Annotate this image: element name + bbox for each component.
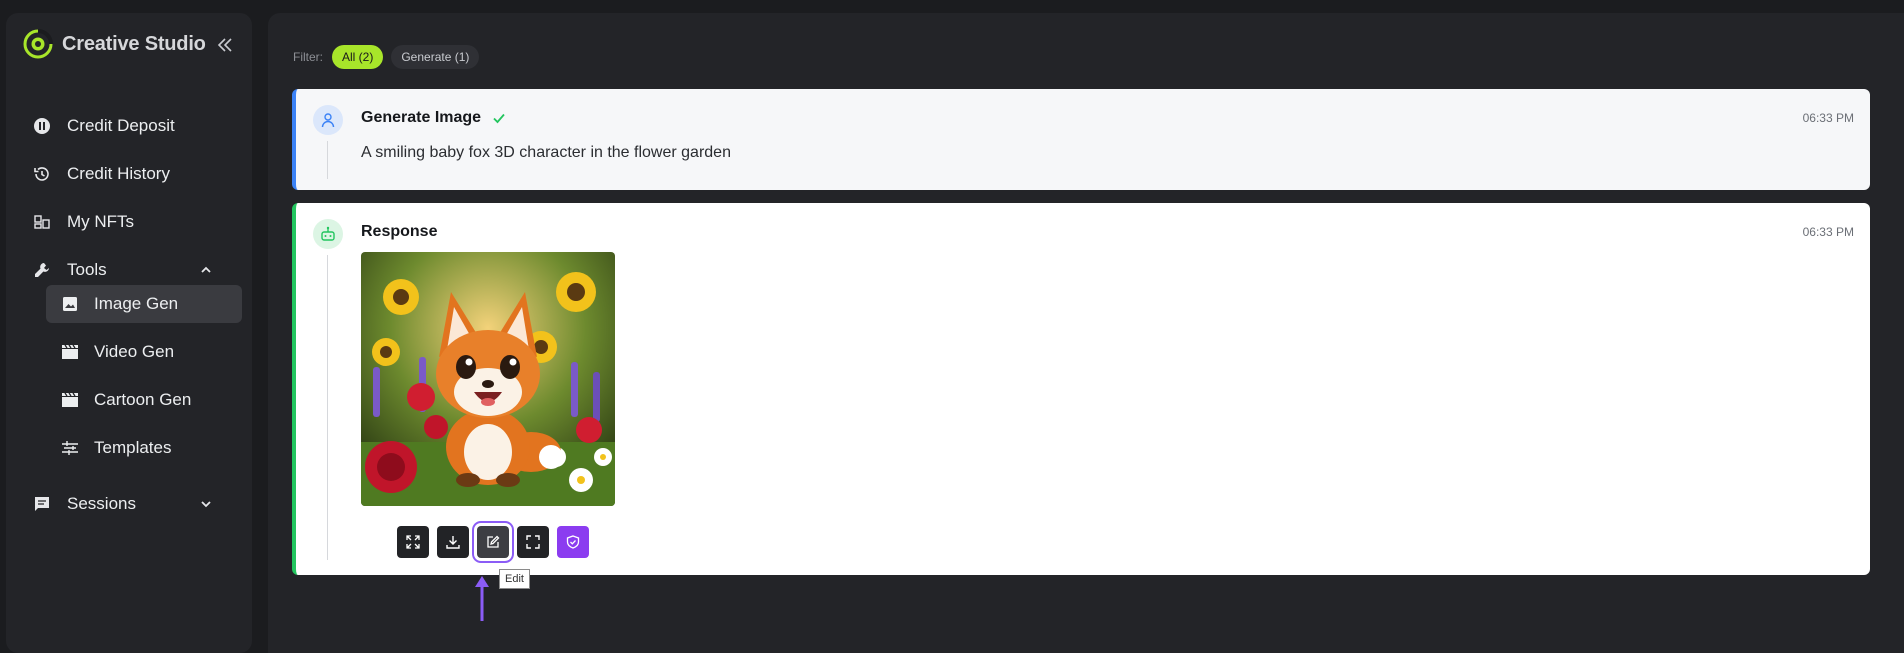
wrench-icon (32, 260, 52, 280)
chevron-down-icon[interactable] (198, 496, 214, 512)
sidebar-item-label: Sessions (67, 494, 136, 513)
clapperboard-icon (60, 342, 80, 362)
brand-title: Creative Studio (62, 32, 206, 55)
chevron-up-icon[interactable] (198, 262, 214, 278)
image-icon (60, 294, 80, 314)
filter-chip-generate[interactable]: Generate (1) (391, 45, 480, 69)
brand-logo-icon (23, 29, 53, 59)
response-title: Response (361, 223, 437, 241)
download-icon (446, 536, 460, 549)
shield-icon (566, 535, 580, 549)
chat-icon (32, 494, 52, 514)
filter-chip-all[interactable]: All (2) (332, 45, 384, 69)
brand[interactable]: Creative Studio (23, 29, 206, 59)
protect-button[interactable] (557, 526, 589, 558)
thread-line (327, 141, 328, 179)
expand-button[interactable] (397, 526, 429, 558)
sidebar-item-label: My NFTs (67, 212, 135, 231)
layers-icon (60, 438, 80, 458)
sidebar-item-credit-deposit[interactable]: Credit Deposit (32, 107, 242, 145)
request-card: Generate Image 06:33 PM A smiling baby f… (292, 89, 1870, 190)
request-title: Generate Image (361, 109, 507, 127)
sidebar-item-label: Tools (67, 260, 107, 279)
fox-illustration (361, 252, 615, 506)
user-avatar (313, 105, 343, 135)
sidebar-item-tools[interactable]: Tools (32, 251, 242, 289)
pause-circle-icon (32, 116, 52, 136)
sidebar-item-video-gen[interactable]: Video Gen (46, 333, 242, 371)
request-timestamp: 06:33 PM (1802, 111, 1854, 125)
sidebar-item-label: Credit Deposit (67, 116, 175, 135)
thread-line (327, 255, 328, 560)
filter-bar: Filter: All (2) Generate (1) (293, 45, 487, 69)
arrow-pointer-icon (475, 576, 489, 621)
response-title-text: Response (361, 223, 438, 240)
sidebar-item-templates[interactable]: Templates (46, 429, 242, 467)
sidebar-item-label: Image Gen (94, 294, 179, 313)
collapse-sidebar-icon[interactable] (215, 35, 235, 55)
download-button[interactable] (437, 526, 469, 558)
sidebar-item-sessions[interactable]: Sessions (32, 485, 242, 523)
expand-icon (406, 535, 420, 549)
edit-button[interactable] (477, 526, 509, 558)
main-panel: Filter: All (2) Generate (1) Generate Im… (268, 13, 1904, 653)
generated-image[interactable] (361, 252, 615, 506)
check-icon (493, 113, 505, 124)
user-icon (321, 113, 335, 128)
image-toolbar (397, 526, 597, 558)
response-timestamp: 06:33 PM (1802, 225, 1854, 239)
sidebar-item-label: Credit History (67, 164, 170, 183)
sidebar-item-credit-history[interactable]: Credit History (32, 155, 242, 193)
sidebar-item-label: Cartoon Gen (94, 390, 192, 409)
clapperboard-icon (60, 390, 80, 410)
sidebar-item-my-nfts[interactable]: My NFTs (32, 203, 242, 241)
sidebar-item-label: Templates (94, 438, 172, 457)
sidebar-item-label: Video Gen (94, 342, 175, 361)
filter-label: Filter: (293, 50, 323, 64)
prompt-text: A smiling baby fox 3D character in the f… (361, 144, 731, 161)
sidebar-item-cartoon-gen[interactable]: Cartoon Gen (46, 381, 242, 419)
fullscreen-icon (526, 535, 540, 549)
response-card: Response 06:33 PM Edit (292, 203, 1870, 589)
robot-icon (321, 226, 335, 241)
request-title-text: Generate Image (361, 109, 482, 126)
edit-tooltip: Edit (499, 569, 530, 589)
sidebar-item-image-gen[interactable]: Image Gen (46, 285, 242, 323)
sidebar: Creative Studio Credit Deposit Credit Hi… (6, 13, 252, 653)
fullscreen-button[interactable] (517, 526, 549, 558)
nft-icon (32, 212, 52, 232)
bot-avatar (313, 219, 343, 249)
history-icon (32, 164, 52, 184)
edit-icon (487, 535, 500, 548)
